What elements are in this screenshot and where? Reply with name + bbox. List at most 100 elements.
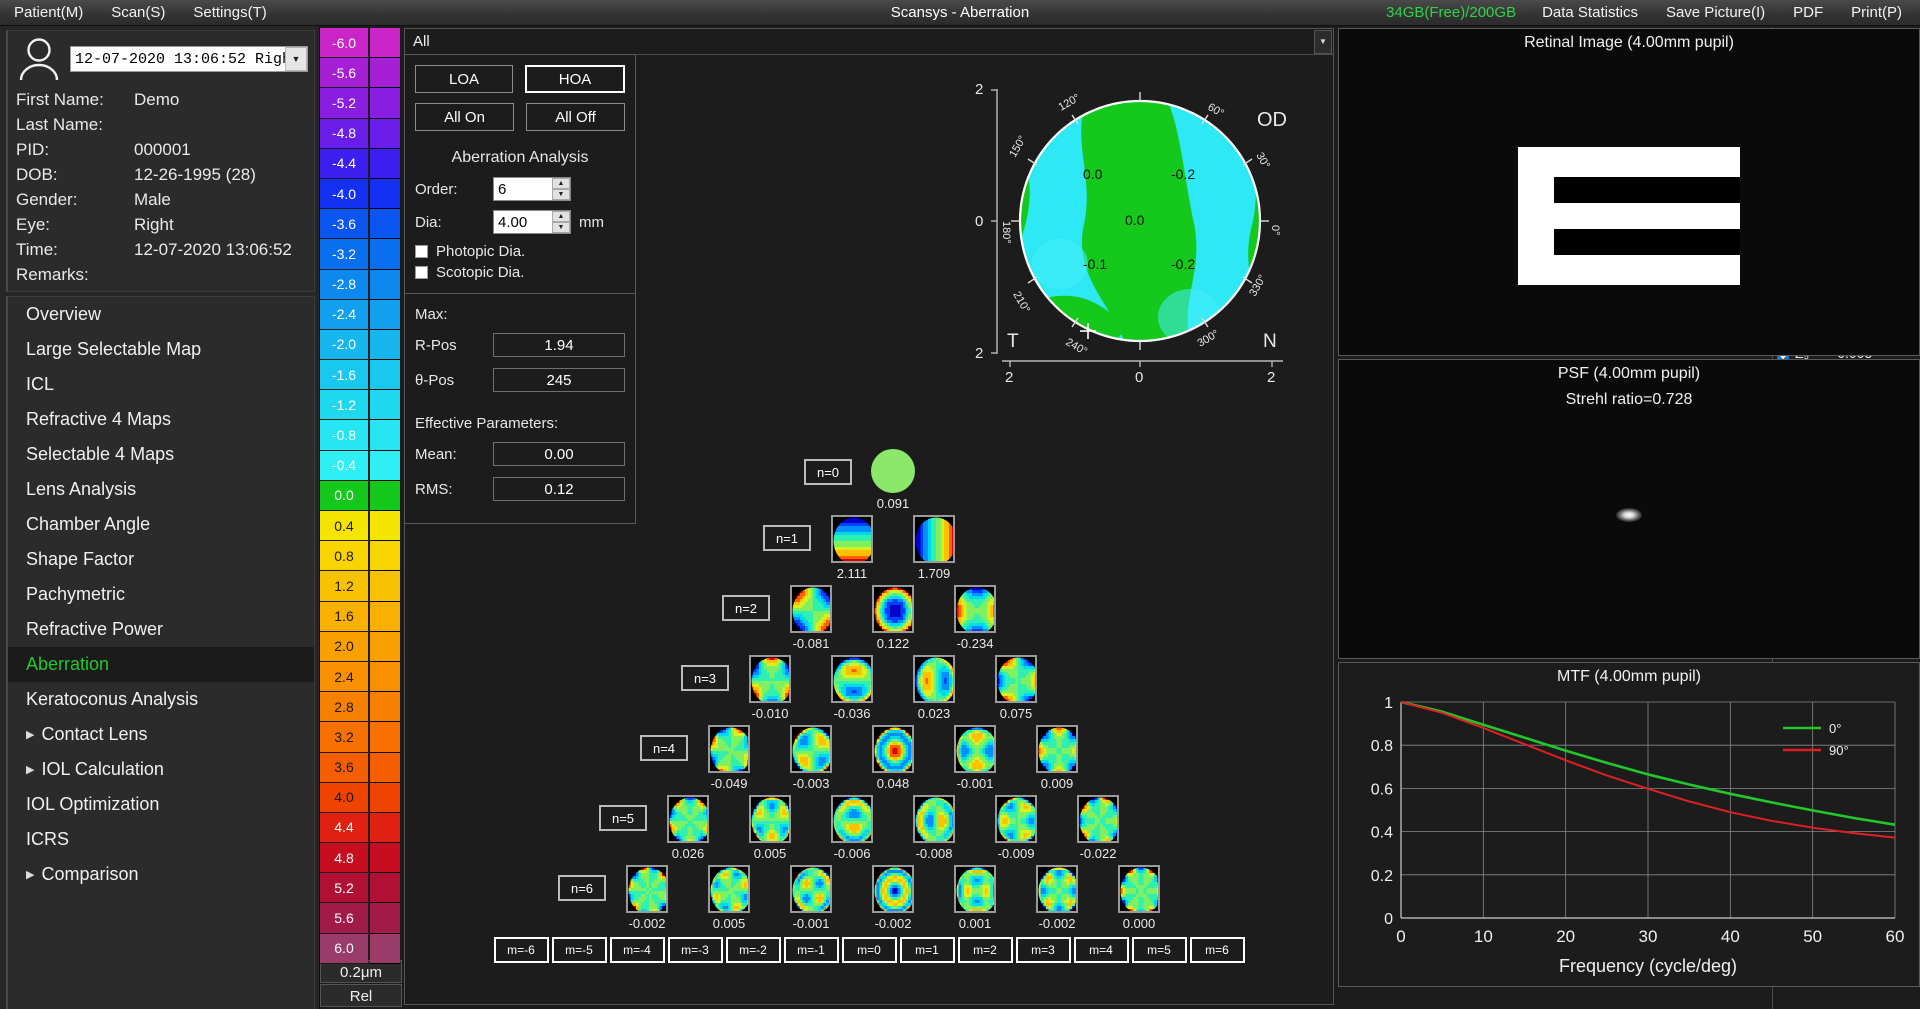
sidebar-item-refractive-4-maps[interactable]: Refractive 4 Maps (8, 402, 314, 437)
zernike-mode-thumbnail[interactable] (1036, 865, 1078, 913)
zernike-thumbnail-cell[interactable]: 0.000 (1098, 865, 1180, 931)
zernike-mode-thumbnail[interactable] (1077, 795, 1119, 843)
zernike-mode-thumbnail[interactable] (626, 865, 668, 913)
zernike-mode-thumbnail[interactable] (831, 515, 873, 563)
zernike-thumbnail-cell[interactable]: -0.001 (934, 725, 1016, 791)
sidebar-item-contact-lens[interactable]: ▶Contact Lens (8, 717, 314, 752)
zernike-thumbnail-cell[interactable]: 0.005 (729, 795, 811, 861)
zernike-thumbnail-cell[interactable]: -0.002 (606, 865, 688, 931)
menu-data-statistics[interactable]: Data Statistics (1528, 4, 1652, 21)
zernike-thumbnail-cell[interactable]: 1.709 (893, 515, 975, 581)
menu-scan[interactable]: Scan(S) (97, 4, 179, 21)
zernike-thumbnail-cell[interactable]: -0.001 (770, 865, 852, 931)
zernike-mode-thumbnail[interactable] (954, 865, 996, 913)
zernike-thumbnail-cell[interactable]: 0.023 (893, 655, 975, 721)
sidebar-item-lens-analysis[interactable]: Lens Analysis (8, 472, 314, 507)
zernike-mode-thumbnail[interactable] (954, 725, 996, 773)
sidebar-item-comparison[interactable]: ▶Comparison (8, 857, 314, 892)
m-index-label[interactable]: m=4 (1074, 937, 1129, 963)
scotopic-dia-row[interactable]: Scotopic Dia. (405, 264, 635, 281)
zernike-mode-thumbnail[interactable] (708, 725, 750, 773)
zernike-thumbnail-cell[interactable]: -0.002 (852, 865, 934, 931)
menu-print[interactable]: Print(P) (1837, 4, 1916, 21)
zernike-mode-thumbnail[interactable] (954, 585, 996, 633)
zernike-thumbnail-cell[interactable]: 0.048 (852, 725, 934, 791)
sidebar-item-keratoconus-analysis[interactable]: Keratoconus Analysis (8, 682, 314, 717)
zernike-mode-thumbnail[interactable] (790, 865, 832, 913)
pyramid-order-label[interactable]: n=0 (804, 459, 852, 485)
sidebar-item-chamber-angle[interactable]: Chamber Angle (8, 507, 314, 542)
zernike-mode-thumbnail[interactable] (872, 585, 914, 633)
sidebar-item-iol-calculation[interactable]: ▶IOL Calculation (8, 752, 314, 787)
sidebar-item-overview[interactable]: Overview (8, 297, 314, 332)
zernike-thumbnail-cell[interactable]: 0.122 (852, 585, 934, 651)
m-index-label[interactable]: m=-3 (668, 937, 723, 963)
pyramid-order-label[interactable]: n=4 (640, 735, 688, 761)
zernike-thumbnail-cell[interactable]: 0.009 (1016, 725, 1098, 791)
zernike-mode-thumbnail[interactable] (667, 795, 709, 843)
menu-save-picture[interactable]: Save Picture(I) (1652, 4, 1779, 21)
m-index-label[interactable]: m=1 (900, 937, 955, 963)
zernike-mode-thumbnail[interactable] (749, 795, 791, 843)
order-increment-icon[interactable]: ▲ (552, 178, 570, 189)
m-index-label[interactable]: m=-2 (726, 937, 781, 963)
order-spin-buttons[interactable]: ▲ ▼ (552, 178, 570, 200)
zernike-mode-thumbnail[interactable] (995, 795, 1037, 843)
zernike-thumbnail-cell[interactable]: -0.234 (934, 585, 1016, 651)
zernike-thumbnail-cell[interactable]: -0.022 (1057, 795, 1139, 861)
scotopic-dia-checkbox[interactable] (415, 266, 428, 279)
zernike-thumbnail-cell[interactable]: -0.010 (729, 655, 811, 721)
zernike-thumbnail-cell[interactable]: 0.091 (852, 449, 934, 511)
menu-settings[interactable]: Settings(T) (179, 4, 280, 21)
pyramid-order-label[interactable]: n=2 (722, 595, 770, 621)
zernike-mode-thumbnail[interactable] (708, 865, 750, 913)
sidebar-item-icrs[interactable]: ICRS (8, 822, 314, 857)
photopic-dia-row[interactable]: Photopic Dia. (405, 243, 635, 260)
sidebar-item-selectable-4-maps[interactable]: Selectable 4 Maps (8, 437, 314, 472)
sidebar-item-shape-factor[interactable]: Shape Factor (8, 542, 314, 577)
zernike-mode-thumbnail[interactable] (995, 655, 1037, 703)
order-stepper[interactable]: ▲ ▼ (493, 177, 571, 201)
m-index-label[interactable]: m=-1 (784, 937, 839, 963)
all-off-button[interactable]: All Off (526, 103, 625, 131)
zernike-mode-thumbnail[interactable] (913, 655, 955, 703)
zernike-mode-thumbnail[interactable] (871, 449, 915, 493)
zernike-thumbnail-cell[interactable]: 0.005 (688, 865, 770, 931)
zernike-mode-thumbnail[interactable] (1118, 865, 1160, 913)
m-index-label[interactable]: m=-5 (552, 937, 607, 963)
map-type-selector[interactable]: All ▼ (405, 29, 1333, 55)
dia-increment-icon[interactable]: ▲ (552, 211, 570, 222)
sidebar-item-large-selectable-map[interactable]: Large Selectable Map (8, 332, 314, 367)
zernike-thumbnail-cell[interactable]: -0.036 (811, 655, 893, 721)
zernike-thumbnail-cell[interactable]: -0.049 (688, 725, 770, 791)
scan-selector-input[interactable] (70, 46, 308, 72)
sidebar-item-icl[interactable]: ICL (8, 367, 314, 402)
sidebar-item-iol-optimization[interactable]: IOL Optimization (8, 787, 314, 822)
pyramid-order-label[interactable]: n=1 (763, 525, 811, 551)
zernike-thumbnail-cell[interactable]: 0.075 (975, 655, 1057, 721)
zernike-mode-thumbnail[interactable] (790, 585, 832, 633)
dia-spin-buttons[interactable]: ▲ ▼ (552, 211, 570, 233)
dia-decrement-icon[interactable]: ▼ (552, 222, 570, 233)
zernike-thumbnail-cell[interactable]: -0.008 (893, 795, 975, 861)
scan-selector[interactable]: ▼ (70, 46, 308, 72)
sidebar-item-refractive-power[interactable]: Refractive Power (8, 612, 314, 647)
sidebar-item-pachymetric[interactable]: Pachymetric (8, 577, 314, 612)
m-index-label[interactable]: m=6 (1190, 937, 1245, 963)
zernike-thumbnail-cell[interactable]: 2.111 (811, 515, 893, 581)
zernike-thumbnail-cell[interactable]: 0.026 (647, 795, 729, 861)
zernike-thumbnail-cell[interactable]: -0.002 (1016, 865, 1098, 931)
menu-pdf[interactable]: PDF (1779, 4, 1837, 21)
m-index-label[interactable]: m=3 (1016, 937, 1071, 963)
pyramid-order-label[interactable]: n=6 (558, 875, 606, 901)
chevron-down-icon[interactable]: ▼ (285, 47, 307, 71)
photopic-dia-checkbox[interactable] (415, 245, 428, 258)
zernike-mode-thumbnail[interactable] (913, 515, 955, 563)
zernike-mode-thumbnail[interactable] (831, 795, 873, 843)
loa-button[interactable]: LOA (415, 65, 513, 93)
zernike-thumbnail-cell[interactable]: -0.006 (811, 795, 893, 861)
m-index-label[interactable]: m=-6 (494, 937, 549, 963)
dia-stepper[interactable]: ▲ ▼ (493, 210, 571, 234)
zernike-mode-thumbnail[interactable] (749, 655, 791, 703)
chevron-down-icon[interactable]: ▼ (1314, 30, 1332, 54)
